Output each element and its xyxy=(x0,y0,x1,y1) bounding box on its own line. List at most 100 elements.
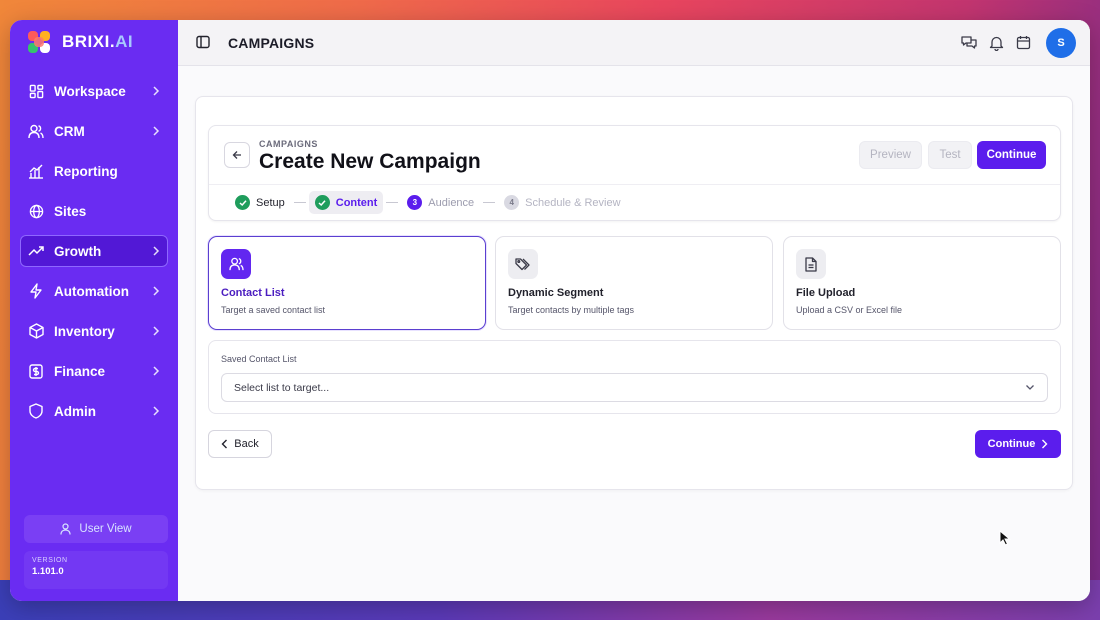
breadcrumb: CAMPAIGNS xyxy=(259,139,318,149)
campaign-header: CAMPAIGNS Create New Campaign Preview Te… xyxy=(208,125,1061,221)
sidebar-item-label: Reporting xyxy=(54,163,118,179)
step-schedule-review[interactable]: 4 Schedule & Review xyxy=(498,191,626,214)
back-arrow-button[interactable] xyxy=(224,142,250,168)
sidebar-item-label: Finance xyxy=(54,363,106,379)
arrow-left-icon xyxy=(232,151,241,159)
chevron-right-icon xyxy=(150,125,162,137)
step-label: Setup xyxy=(256,196,285,209)
test-button[interactable]: Test xyxy=(928,141,972,169)
sidebar-item-label: Growth xyxy=(54,243,102,259)
sidebar-item-sites[interactable]: Sites xyxy=(20,195,168,227)
app-window: BRIXI.AI Workspace CRM Reporting Sites G… xyxy=(10,20,1090,601)
option-dynamic-segment[interactable]: Dynamic Segment Target contacts by multi… xyxy=(495,236,773,330)
chart-icon xyxy=(26,161,46,181)
user-icon xyxy=(60,523,71,535)
chevron-left-icon xyxy=(221,439,228,449)
bell-icon[interactable] xyxy=(987,34,1005,52)
option-description: Target a saved contact list xyxy=(221,305,326,315)
option-title: Dynamic Segment xyxy=(508,287,604,299)
step-label: Audience xyxy=(428,196,475,209)
step-audience[interactable]: 3 Audience xyxy=(401,191,480,214)
users-icon xyxy=(26,121,46,141)
chevron-right-icon xyxy=(150,365,162,377)
option-title: Contact List xyxy=(221,287,285,299)
sidebar-item-label: Sites xyxy=(54,203,87,219)
version-label: VERSION xyxy=(32,557,68,564)
select-placeholder: Select list to target... xyxy=(234,381,330,394)
option-title: File Upload xyxy=(796,287,856,299)
sidebar-item-admin[interactable]: Admin xyxy=(20,395,168,427)
version-number: 1.101.0 xyxy=(32,566,64,577)
step-separator xyxy=(293,202,306,203)
tags-icon xyxy=(508,249,538,279)
mouse-cursor-icon xyxy=(999,530,1011,546)
shield-icon xyxy=(26,401,46,421)
topbar: CAMPAIGNS S xyxy=(178,20,1090,66)
chat-icon[interactable] xyxy=(960,34,978,52)
globe-icon xyxy=(26,201,46,221)
brand-name: BRIXI.AI xyxy=(62,32,134,51)
continue-label: Continue xyxy=(987,438,1036,450)
page-title: CAMPAIGNS xyxy=(228,34,315,51)
box-icon xyxy=(26,321,46,341)
calendar-icon[interactable] xyxy=(1014,34,1032,52)
avatar[interactable]: S xyxy=(1046,27,1076,58)
step-setup[interactable]: Setup xyxy=(229,191,291,214)
header-continue-button[interactable]: Continue xyxy=(977,141,1046,169)
sidebar-item-workspace[interactable]: Workspace xyxy=(20,75,168,107)
option-description: Upload a CSV or Excel file xyxy=(796,305,903,315)
sidebar-item-label: Automation xyxy=(54,283,129,299)
step-content[interactable]: Content xyxy=(308,191,384,214)
check-icon xyxy=(314,195,330,210)
back-button[interactable]: Back xyxy=(208,430,272,458)
step-number: 3 xyxy=(407,195,423,210)
saved-list-select[interactable]: Select list to target... xyxy=(221,373,1048,402)
brand-logo-icon xyxy=(28,31,50,53)
sidebar-item-inventory[interactable]: Inventory xyxy=(20,315,168,347)
sidebar-item-reporting[interactable]: Reporting xyxy=(20,155,168,187)
user-view-button[interactable]: User View xyxy=(24,515,168,543)
step-separator xyxy=(483,202,496,203)
sidebar-item-label: Workspace xyxy=(54,83,126,99)
bolt-icon xyxy=(26,281,46,301)
step-separator xyxy=(386,202,399,203)
file-icon xyxy=(796,249,826,279)
chevron-right-icon xyxy=(1042,439,1048,449)
chevron-right-icon xyxy=(150,325,162,337)
brand[interactable]: BRIXI.AI xyxy=(10,20,178,64)
campaign-card: CAMPAIGNS Create New Campaign Preview Te… xyxy=(195,96,1073,490)
main-area: CAMPAIGNS S CAMPAIGNS Create New Campaig… xyxy=(178,20,1090,601)
preview-button[interactable]: Preview xyxy=(859,141,922,169)
sidebar-item-growth[interactable]: Growth xyxy=(20,235,168,267)
sidebar-item-finance[interactable]: Finance xyxy=(20,355,168,387)
continue-button[interactable]: Continue xyxy=(975,430,1061,458)
sidebar-item-label: Inventory xyxy=(54,323,115,339)
campaign-title: Create New Campaign xyxy=(259,150,481,173)
users-icon xyxy=(221,249,251,279)
sidebar-nav: Workspace CRM Reporting Sites Growth Aut… xyxy=(10,75,178,427)
version-box: VERSION 1.101.0 xyxy=(24,551,168,589)
option-contact-list[interactable]: Contact List Target a saved contact list xyxy=(208,236,486,330)
chevron-right-icon xyxy=(150,405,162,417)
sidebar-item-label: Admin xyxy=(54,403,96,419)
sidebar: BRIXI.AI Workspace CRM Reporting Sites G… xyxy=(10,20,178,601)
divider xyxy=(209,184,1060,185)
dollar-icon xyxy=(26,361,46,381)
step-number: 4 xyxy=(504,195,520,210)
step-label: Schedule & Review xyxy=(525,196,621,209)
saved-list-card: Saved Contact List Select list to target… xyxy=(208,340,1061,414)
back-label: Back xyxy=(234,438,259,450)
saved-list-label: Saved Contact List xyxy=(221,354,297,364)
chevron-down-icon xyxy=(1026,385,1034,390)
chevron-right-icon xyxy=(150,245,162,257)
sidebar-item-automation[interactable]: Automation xyxy=(20,275,168,307)
option-file-upload[interactable]: File Upload Upload a CSV or Excel file xyxy=(783,236,1061,330)
trending-icon xyxy=(26,241,46,261)
step-label: Content xyxy=(335,196,378,209)
check-icon xyxy=(235,195,250,210)
sidebar-item-crm[interactable]: CRM xyxy=(20,115,168,147)
sidebar-item-label: CRM xyxy=(54,123,85,139)
user-view-label: User View xyxy=(79,523,132,535)
chevron-right-icon xyxy=(150,85,162,97)
sidebar-toggle-icon[interactable] xyxy=(196,35,212,51)
